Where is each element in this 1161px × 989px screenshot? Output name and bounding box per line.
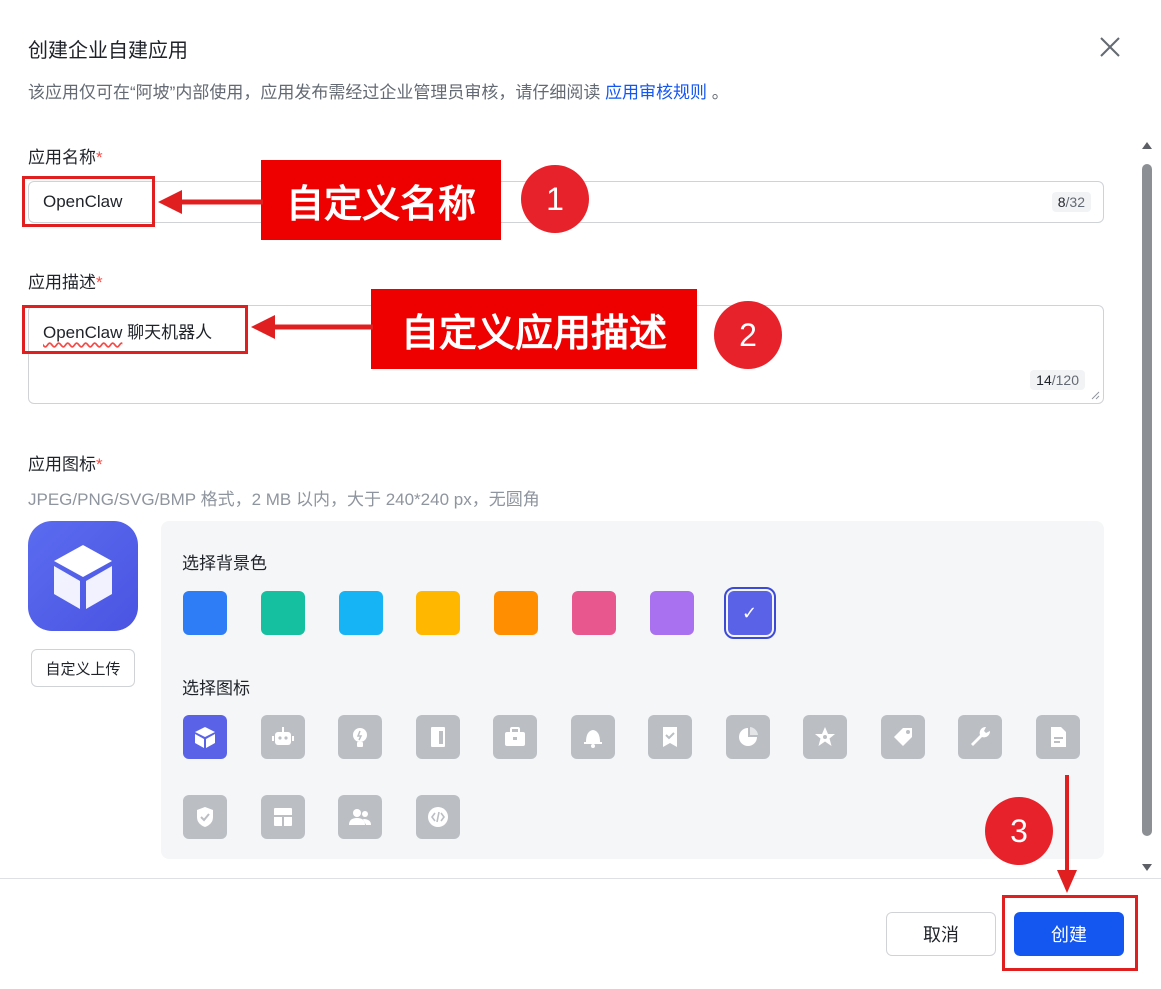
icon-option[interactable]: [958, 715, 1002, 759]
app-name-max: /32: [1065, 194, 1085, 210]
required-mark: *: [96, 273, 103, 292]
icon-option[interactable]: [725, 715, 770, 759]
cube-icon: [54, 545, 112, 609]
briefcase-icon: [505, 727, 525, 746]
icon-option[interactable]: [493, 715, 537, 759]
icon-option[interactable]: [338, 795, 382, 839]
code-icon: [427, 807, 448, 827]
door-icon: [430, 727, 445, 747]
lightbulb-icon: [353, 728, 367, 747]
app-name-label-text: 应用名称: [28, 148, 96, 167]
bookmark-check-icon: [663, 727, 677, 747]
document-icon: [1050, 727, 1066, 747]
required-mark: *: [96, 148, 103, 167]
layout-icon: [273, 808, 292, 826]
icon-section-label: 选择图标: [182, 679, 250, 698]
app-name-count: 8: [1057, 194, 1066, 210]
bg-color-section-label: 选择背景色: [182, 554, 267, 573]
app-desc-max: /120: [1051, 372, 1079, 388]
annotation-label-1: 自定义名称: [261, 160, 501, 240]
scrollbar-thumb[interactable]: [1142, 164, 1152, 836]
pie-chart-icon: [738, 727, 758, 746]
cube-icon: [195, 727, 215, 748]
icon-option[interactable]: [183, 795, 227, 839]
bg-color-swatch[interactable]: [649, 591, 694, 635]
people-icon: [349, 809, 371, 825]
annotation-box-desc: [22, 305, 248, 354]
app-desc-count: 14: [1036, 372, 1052, 388]
shield-check-icon: [197, 807, 213, 827]
bg-color-swatch[interactable]: [723, 587, 776, 639]
arrow-head-create-icon: [1057, 870, 1077, 893]
bell-icon: [583, 730, 602, 748]
annotation-number-2: 2: [714, 301, 782, 369]
close-icon[interactable]: [1096, 33, 1124, 61]
icon-option[interactable]: [803, 715, 847, 759]
create-app-dialog: 创建企业自建应用 该应用仅可在“阿坡”内部使用，应用发布需经过企业管理员审核，请…: [0, 0, 1161, 989]
icon-option[interactable]: [1035, 715, 1080, 759]
app-icon-hint: JPEG/PNG/SVG/BMP 格式，2 MB 以内，大于 240*240 p…: [28, 490, 540, 509]
app-desc-label: 应用描述*: [28, 268, 103, 293]
app-name-counter: 8/32: [1051, 192, 1091, 212]
tag-icon: [893, 728, 912, 746]
custom-upload-button[interactable]: 自定义上传: [31, 649, 135, 687]
icon-picker-panel: 选择背景色 选择图标: [161, 521, 1104, 859]
scroll-down-arrow-icon[interactable]: [1142, 864, 1152, 871]
app-icon-label: 应用图标*: [28, 450, 103, 475]
dialog-title: 创建企业自建应用: [28, 40, 188, 62]
bg-color-swatch[interactable]: [338, 591, 383, 635]
bg-color-swatch[interactable]: [416, 591, 461, 635]
bg-color-swatch[interactable]: [260, 591, 305, 635]
bg-color-swatch[interactable]: [183, 591, 227, 635]
subtitle-suffix: 。: [711, 83, 729, 102]
required-mark: *: [96, 455, 103, 474]
icon-option[interactable]: [570, 715, 615, 759]
annotation-box-name: [22, 176, 155, 227]
icon-option[interactable]: [880, 715, 925, 759]
resize-handle-icon[interactable]: [1090, 390, 1100, 400]
annotation-label-2: 自定义应用描述: [371, 289, 697, 369]
icon-option[interactable]: [260, 795, 305, 839]
footer-divider: [0, 878, 1161, 879]
icon-option[interactable]: [183, 715, 227, 759]
app-desc-label-text: 应用描述: [28, 273, 96, 292]
icon-option[interactable]: [415, 795, 460, 839]
app-icon-label-text: 应用图标: [28, 455, 96, 474]
review-rules-link[interactable]: 应用审核规则: [605, 83, 707, 102]
icon-option[interactable]: [648, 715, 692, 759]
dialog-subtitle: 该应用仅可在“阿坡”内部使用，应用发布需经过企业管理员审核，请仔细阅读 应用审核…: [28, 78, 729, 103]
annotation-box-create: [1002, 895, 1138, 971]
wrench-icon: [971, 726, 991, 746]
annotation-number-3: 3: [985, 797, 1053, 865]
icon-option[interactable]: [260, 715, 305, 759]
subtitle-text: 该应用仅可在“阿坡”内部使用，应用发布需经过企业管理员审核，请仔细阅读: [28, 83, 601, 102]
bg-color-swatch[interactable]: [572, 591, 616, 635]
app-icon-preview: [28, 521, 138, 631]
icon-option[interactable]: [338, 715, 382, 759]
annotation-number-1: 1: [521, 165, 589, 233]
bg-color-swatch[interactable]: [494, 591, 539, 635]
scroll-up-arrow-icon[interactable]: [1142, 142, 1152, 149]
star-icon: [815, 727, 835, 746]
robot-icon: [271, 727, 294, 745]
cancel-button[interactable]: 取消: [886, 912, 996, 956]
icon-option[interactable]: [415, 715, 460, 759]
app-name-label: 应用名称*: [28, 143, 103, 168]
app-desc-counter: 14/120: [1030, 370, 1085, 390]
